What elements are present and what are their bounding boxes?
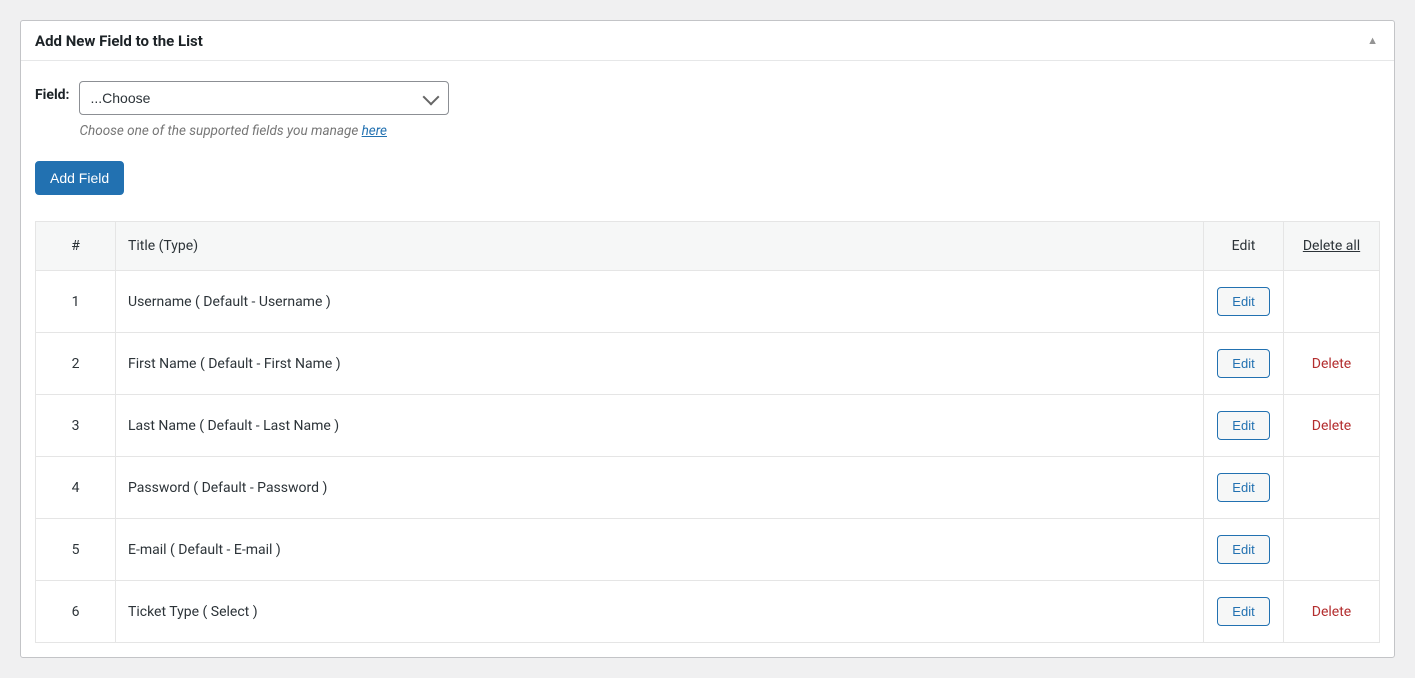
col-header-title: Title (Type) — [116, 222, 1204, 271]
table-row: 4Password ( Default - Password ) Edit — [36, 457, 1380, 519]
panel-header: Add New Field to the List ▲ — [21, 21, 1394, 61]
field-hint-link[interactable]: here — [362, 123, 387, 139]
delete-link[interactable]: Delete — [1312, 356, 1351, 372]
row-delete-cell — [1284, 271, 1380, 333]
table-header-row: # Title (Type) Edit Delete all — [36, 222, 1380, 271]
col-header-edit: Edit — [1204, 222, 1284, 271]
row-delete-cell — [1284, 457, 1380, 519]
edit-button[interactable]: Edit — [1217, 535, 1269, 564]
row-edit-cell: Edit — [1204, 581, 1284, 643]
field-hint-text: Choose one of the supported fields you m… — [79, 123, 361, 139]
field-select-wrap: ...Choose Choose one of the supported fi… — [79, 81, 449, 139]
row-title: Ticket Type ( Select ) — [116, 581, 1204, 643]
delete-link[interactable]: Delete — [1312, 418, 1351, 434]
row-num: 3 — [36, 395, 116, 457]
row-edit-cell: Edit — [1204, 271, 1284, 333]
edit-button[interactable]: Edit — [1217, 473, 1269, 502]
table-row: 6Ticket Type ( Select ) Edit Delete — [36, 581, 1380, 643]
row-title: Last Name ( Default - Last Name ) — [116, 395, 1204, 457]
row-title: E-mail ( Default - E-mail ) — [116, 519, 1204, 581]
field-label: Field: — [35, 81, 69, 103]
edit-button[interactable]: Edit — [1217, 411, 1269, 440]
row-delete-cell: Delete — [1284, 395, 1380, 457]
row-num: 4 — [36, 457, 116, 519]
table-row: 3Last Name ( Default - Last Name ) Edit De… — [36, 395, 1380, 457]
row-delete-cell: Delete — [1284, 581, 1380, 643]
row-edit-cell: Edit — [1204, 519, 1284, 581]
field-hint: Choose one of the supported fields you m… — [79, 123, 449, 139]
row-edit-cell: Edit — [1204, 395, 1284, 457]
add-field-button[interactable]: Add Field — [35, 161, 124, 195]
row-title: Password ( Default - Password ) — [116, 457, 1204, 519]
collapse-icon[interactable]: ▲ — [1365, 31, 1380, 50]
row-edit-cell: Edit — [1204, 333, 1284, 395]
row-num: 5 — [36, 519, 116, 581]
row-num: 6 — [36, 581, 116, 643]
delete-all-link[interactable]: Delete all — [1303, 238, 1360, 254]
table-row: 5E-mail ( Default - E-mail ) Edit — [36, 519, 1380, 581]
row-edit-cell: Edit — [1204, 457, 1284, 519]
add-field-panel: Add New Field to the List ▲ Field: ...Ch… — [20, 20, 1395, 658]
delete-link[interactable]: Delete — [1312, 604, 1351, 620]
table-row: 2First Name ( Default - First Name ) Edit… — [36, 333, 1380, 395]
panel-body: Field: ...Choose Choose one of the suppo… — [21, 61, 1394, 657]
col-header-delete-all: Delete all — [1284, 222, 1380, 271]
panel-title: Add New Field to the List — [35, 32, 203, 50]
row-delete-cell: Delete — [1284, 333, 1380, 395]
fields-table: # Title (Type) Edit Delete all 1Username… — [35, 221, 1380, 643]
row-num: 1 — [36, 271, 116, 333]
table-row: 1Username ( Default - Username ) Edit — [36, 271, 1380, 333]
row-num: 2 — [36, 333, 116, 395]
row-title: First Name ( Default - First Name ) — [116, 333, 1204, 395]
field-row: Field: ...Choose Choose one of the suppo… — [35, 81, 1380, 139]
row-delete-cell — [1284, 519, 1380, 581]
edit-button[interactable]: Edit — [1217, 287, 1269, 316]
edit-button[interactable]: Edit — [1217, 349, 1269, 378]
row-title: Username ( Default - Username ) — [116, 271, 1204, 333]
field-select[interactable]: ...Choose — [79, 81, 449, 115]
col-header-num: # — [36, 222, 116, 271]
edit-button[interactable]: Edit — [1217, 597, 1269, 626]
